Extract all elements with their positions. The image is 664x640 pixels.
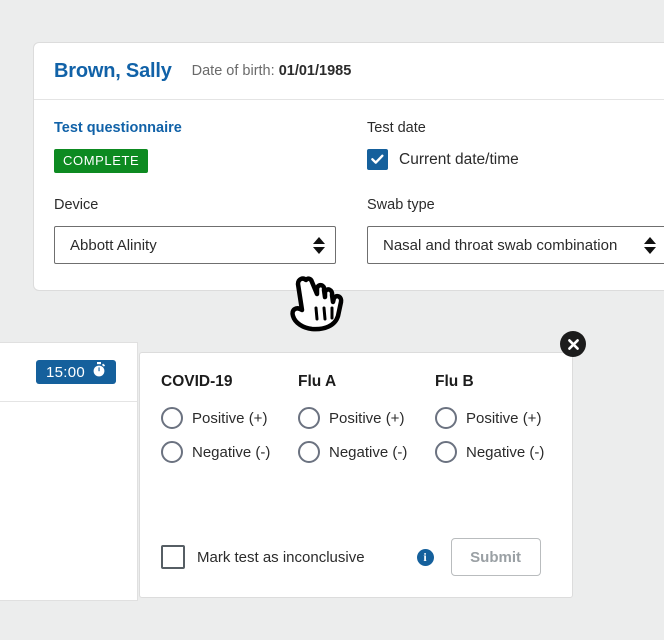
status-badge: COMPLETE <box>54 149 149 173</box>
radio-label: Positive (+) <box>192 409 268 427</box>
chevron-updown-icon <box>644 236 656 254</box>
test-results-panel: COVID-19 Positive (+) Negative (-) Flu A… <box>139 352 573 598</box>
test-date-label: Test date <box>367 120 426 136</box>
patient-test-card: Brown, Sally Date of birth: 01/01/1985 T… <box>33 42 664 291</box>
radio-flu-a-positive[interactable]: Positive (+) <box>298 407 435 429</box>
radio-circle-icon[interactable] <box>298 407 320 429</box>
result-column-covid19: COVID-19 Positive (+) Negative (-) <box>161 373 298 475</box>
grid-spacer-right <box>367 173 664 197</box>
radio-label: Positive (+) <box>329 409 405 427</box>
test-field-grid: Test questionnaire Test date COMPLETE Cu… <box>54 120 664 264</box>
result-column-title: Flu A <box>298 373 337 390</box>
result-column-title: Flu B <box>435 373 474 390</box>
countdown-timer-badge: 15:00 <box>36 360 117 384</box>
radio-label: Negative (-) <box>466 443 545 461</box>
radio-circle-icon[interactable] <box>161 407 183 429</box>
current-datetime-cell: Current date/time <box>367 149 664 173</box>
radio-flu-b-positive[interactable]: Positive (+) <box>435 407 572 429</box>
radio-circle-icon[interactable] <box>435 407 457 429</box>
chevron-updown-icon <box>313 236 325 254</box>
inconclusive-label: Mark test as inconclusive <box>197 548 365 566</box>
date-of-birth-value: 01/01/1985 <box>278 63 352 79</box>
questionnaire-status-cell: COMPLETE <box>54 149 367 173</box>
results-footer: Mark test as inconclusive i Submit <box>140 517 572 597</box>
radio-circle-icon[interactable] <box>298 441 320 463</box>
patient-name: Brown, Sally <box>54 59 172 82</box>
close-icon <box>567 338 579 350</box>
radio-flu-a-negative[interactable]: Negative (-) <box>298 441 435 463</box>
timer-panel: 15:00 <box>0 342 138 601</box>
result-column-title: COVID-19 <box>161 373 233 390</box>
patient-card-body: Test questionnaire Test date COMPLETE Cu… <box>34 100 664 290</box>
result-column-flu-b: Flu B Positive (+) Negative (-) <box>435 373 572 475</box>
device-label: Device <box>54 197 99 213</box>
radio-circle-icon[interactable] <box>161 441 183 463</box>
patient-card-header: Brown, Sally Date of birth: 01/01/1985 <box>34 43 664 100</box>
submit-button[interactable]: Submit <box>450 538 541 576</box>
swab-type-select[interactable]: Nasal and throat swab combination <box>367 226 664 264</box>
radio-covid19-positive[interactable]: Positive (+) <box>161 407 298 429</box>
radio-label: Negative (-) <box>192 443 271 461</box>
radio-label: Negative (-) <box>329 443 408 461</box>
results-columns: COVID-19 Positive (+) Negative (-) Flu A… <box>140 353 572 475</box>
inconclusive-checkbox[interactable] <box>161 545 185 569</box>
device-select[interactable]: Abbott Alinity <box>54 226 336 264</box>
swab-select-cell: Nasal and throat swab combination <box>367 226 664 264</box>
timer-panel-divider <box>0 401 137 402</box>
device-select-value: Abbott Alinity <box>70 236 157 254</box>
swab-type-select-value: Nasal and throat swab combination <box>383 236 618 254</box>
radio-flu-b-negative[interactable]: Negative (-) <box>435 441 572 463</box>
countdown-timer-value: 15:00 <box>46 363 86 381</box>
date-of-birth: Date of birth: 01/01/1985 <box>192 63 352 79</box>
stopwatch-icon <box>92 362 106 382</box>
test-questionnaire-label[interactable]: Test questionnaire <box>54 120 367 149</box>
close-results-button[interactable] <box>560 331 586 357</box>
current-datetime-label: Current date/time <box>399 150 519 168</box>
current-datetime-checkbox[interactable] <box>367 149 388 170</box>
result-column-flu-a: Flu A Positive (+) Negative (-) <box>298 373 435 475</box>
date-of-birth-label: Date of birth: <box>191 63 275 79</box>
info-icon[interactable]: i <box>416 548 434 566</box>
radio-covid19-negative[interactable]: Negative (-) <box>161 441 298 463</box>
radio-label: Positive (+) <box>466 409 542 427</box>
current-datetime-checkbox-row[interactable]: Current date/time <box>367 149 664 170</box>
swab-type-label: Swab type <box>367 197 435 213</box>
grid-spacer-left <box>54 173 367 197</box>
radio-circle-icon[interactable] <box>435 441 457 463</box>
device-select-cell: Abbott Alinity <box>54 226 367 264</box>
